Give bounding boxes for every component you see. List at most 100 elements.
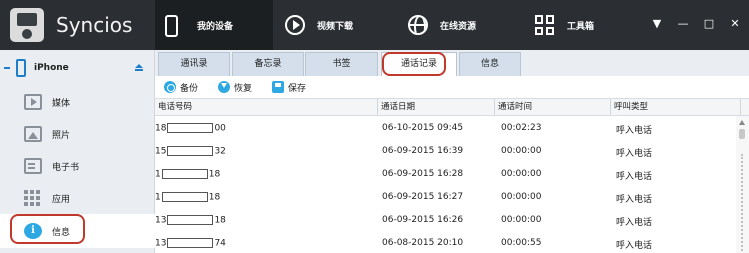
- tab-messages[interactable]: 信息: [459, 52, 521, 76]
- nav-tab-label: 视频下载: [317, 21, 354, 32]
- minimize-icon[interactable]: —: [677, 17, 689, 30]
- call-log-table: 18 00 06-10-2015 09:45 00:02:23 呼入电话 15 32…: [155, 116, 741, 253]
- table-row[interactable]: 18 00 06-10-2015 09:45 00:02:23 呼入电话: [155, 116, 741, 139]
- nav-tab-online-resources[interactable]: 在线资源: [408, 0, 528, 50]
- nav-tab-video-download[interactable]: 视频下载: [285, 0, 405, 50]
- table-row[interactable]: 1 18 06-09-2015 16:27 00:00:00 呼入电话: [155, 185, 741, 208]
- top-bar: Syncios 我的设备 视频下载 在线资源 工具箱 ▼ — □ ✕: [0, 0, 749, 50]
- window-controls: ▼ — □ ✕: [651, 17, 741, 30]
- table-row[interactable]: 15 32 06-09-2015 16:39 00:00:00 呼入电话: [155, 139, 741, 162]
- device-name: iPhone: [34, 63, 69, 73]
- table-row[interactable]: 13 18 06-09-2015 16:26 00:00:00 呼入电话: [155, 208, 741, 231]
- date-cell: 06-09-2015 16:26: [382, 215, 464, 225]
- play-icon: [285, 15, 305, 35]
- date-cell: 06-09-2015 16:39: [382, 146, 464, 156]
- sidebar-item-media[interactable]: 媒体: [0, 86, 155, 118]
- nav-tab-label: 在线资源: [440, 21, 477, 32]
- phone-icon: [165, 15, 185, 37]
- restore-icon: [218, 81, 231, 93]
- redaction-box: [167, 123, 214, 133]
- tab-bookmarks[interactable]: 书签: [305, 52, 378, 76]
- sidebar-item-label: 电子书: [52, 162, 80, 173]
- call-type-cell: 呼入电话: [616, 218, 653, 228]
- redaction-box: [167, 146, 214, 156]
- tab-contacts[interactable]: 通讯录: [158, 52, 230, 76]
- nav-tab-label: 我的设备: [197, 21, 234, 32]
- phone-cell: 1 18: [155, 192, 221, 203]
- restore-button[interactable]: 恢复: [218, 81, 252, 94]
- device-row[interactable]: iPhone: [0, 58, 155, 78]
- phone-cell: 13 18: [155, 215, 226, 226]
- maximize-icon[interactable]: □: [703, 17, 715, 30]
- column-header-phone[interactable]: 电话号码: [155, 99, 378, 115]
- scroll-up-arrow-icon[interactable]: [739, 120, 745, 125]
- redaction-box: [167, 238, 214, 248]
- toolbar: 备份 恢复 保存: [155, 76, 749, 98]
- save-button[interactable]: 保存: [272, 81, 306, 94]
- nav-tab-my-device[interactable]: 我的设备: [155, 0, 273, 50]
- duration-cell: 00:00:55: [501, 238, 542, 248]
- media-icon: [24, 94, 42, 110]
- sidebar-item-apps[interactable]: 应用: [0, 182, 155, 214]
- nav-tab-toolbox[interactable]: 工具箱: [535, 0, 655, 50]
- highlight-ring: [10, 214, 85, 244]
- date-cell: 06-10-2015 09:45: [382, 123, 464, 133]
- table-row[interactable]: 1 18 06-09-2015 16:28 00:00:00 呼入电话: [155, 162, 741, 185]
- duration-cell: 00:00:00: [501, 146, 542, 156]
- nav-tab-label: 工具箱: [567, 21, 595, 32]
- sidebar-item-ebooks[interactable]: 电子书: [0, 150, 155, 182]
- phone-cell: 1 18: [155, 169, 221, 180]
- redaction-box: [161, 169, 208, 179]
- restore-label: 恢复: [234, 83, 253, 94]
- sidebar-item-label: 媒体: [52, 98, 71, 109]
- call-type-cell: 呼入电话: [616, 241, 653, 251]
- date-cell: 06-09-2015 16:28: [382, 169, 464, 179]
- ipod-logo-icon: [10, 8, 44, 42]
- duration-cell: 00:00:00: [501, 169, 542, 179]
- table-scrollbar[interactable]: [736, 116, 749, 253]
- column-header-duration[interactable]: 通话时间: [495, 99, 611, 115]
- call-type-cell: 呼入电话: [616, 195, 653, 205]
- sidebar: iPhone 媒体 照片 电子书 应用 i 信息: [0, 50, 155, 253]
- phone-cell: 13 74: [155, 238, 226, 249]
- table-header: 电话号码 通话日期 通话时间 呼叫类型: [155, 98, 749, 116]
- call-type-cell: 呼入电话: [616, 172, 653, 182]
- scroll-track: [741, 154, 743, 251]
- call-type-cell: 呼入电话: [616, 126, 653, 136]
- photos-icon: [24, 126, 42, 142]
- duration-cell: 00:00:00: [501, 192, 542, 202]
- date-cell: 06-09-2015 16:27: [382, 192, 464, 202]
- collapse-icon[interactable]: [4, 67, 10, 69]
- redaction-box: [161, 192, 208, 202]
- sidebar-item-label: 照片: [52, 130, 71, 141]
- column-header-date[interactable]: 通话日期: [378, 99, 495, 115]
- save-label: 保存: [288, 83, 307, 94]
- scroll-thumb[interactable]: [739, 129, 745, 139]
- ebook-icon: [24, 158, 42, 174]
- sub-tab-bar: 通讯录 备忘录 书签 通话记录 信息: [155, 50, 749, 76]
- highlight-ring: [382, 52, 446, 76]
- backup-label: 备份: [180, 83, 199, 94]
- app-name: Syncios: [56, 13, 133, 37]
- tab-notes[interactable]: 备忘录: [232, 52, 304, 76]
- close-icon[interactable]: ✕: [729, 17, 741, 30]
- duration-cell: 00:00:00: [501, 215, 542, 225]
- device-phone-icon: [16, 59, 26, 77]
- globe-icon: [408, 15, 428, 35]
- save-icon: [272, 81, 285, 93]
- backup-button[interactable]: 备份: [164, 81, 198, 94]
- date-cell: 06-08-2015 20:10: [382, 238, 464, 248]
- duration-cell: 00:02:23: [501, 123, 542, 133]
- column-header-call-type[interactable]: 呼叫类型: [611, 99, 741, 115]
- table-row[interactable]: 13 74 06-08-2015 20:10 00:00:55 呼入电话: [155, 231, 741, 253]
- menu-dropdown-icon[interactable]: ▼: [651, 17, 663, 30]
- backup-icon: [164, 81, 176, 93]
- phone-cell: 15 32: [155, 146, 226, 157]
- eject-icon[interactable]: [135, 64, 143, 72]
- app-logo: Syncios: [0, 0, 155, 50]
- phone-cell: 18 00: [155, 123, 226, 134]
- sidebar-item-photos[interactable]: 照片: [0, 118, 155, 150]
- toolbox-grid-icon: [535, 15, 555, 35]
- redaction-box: [167, 215, 214, 225]
- sidebar-item-label: 应用: [52, 194, 71, 205]
